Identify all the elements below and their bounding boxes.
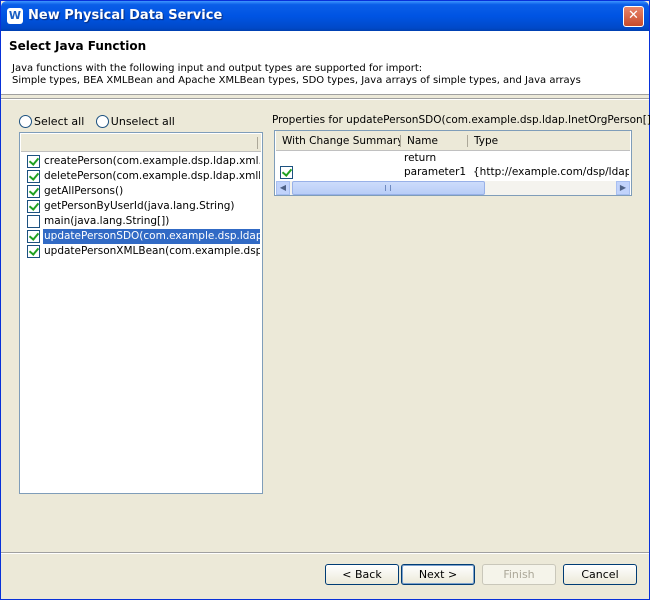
function-label[interactable]: deletePerson(com.example.dsp.ldap.xmlb… xyxy=(43,169,260,184)
list-header xyxy=(21,134,261,152)
unselect-all-label[interactable]: Unselect all xyxy=(111,115,175,128)
function-label[interactable]: getAllPersons() xyxy=(43,184,124,199)
select-all-radio[interactable] xyxy=(19,114,32,128)
column-header-name[interactable]: Name xyxy=(401,131,468,151)
arrow-right-icon: ▶ xyxy=(619,183,627,192)
function-checkbox[interactable] xyxy=(27,155,40,168)
function-label[interactable]: createPerson(com.example.dsp.ldap.xml… xyxy=(43,154,260,169)
function-checkbox[interactable] xyxy=(27,185,40,198)
properties-label: Properties for updatePersonSDO(com.examp… xyxy=(272,114,650,126)
function-checkbox[interactable] xyxy=(27,200,40,213)
finish-button[interactable]: Finish xyxy=(482,564,556,585)
function-checkbox[interactable] xyxy=(27,245,40,258)
function-list[interactable]: createPerson(com.example.dsp.ldap.xml… d… xyxy=(19,132,263,494)
description-line: Simple types, BEA XMLBean and Apache XML… xyxy=(12,75,581,86)
dialog-window: W New Physical Data Service ✕ Select Jav… xyxy=(0,0,650,600)
unselect-all-radio[interactable] xyxy=(95,114,109,128)
horizontal-scrollbar[interactable]: ◀ ▶ xyxy=(276,181,630,195)
separator xyxy=(1,552,649,554)
scroll-right-button[interactable]: ▶ xyxy=(616,181,630,195)
function-label[interactable]: getPersonByUserId(java.lang.String) xyxy=(43,199,236,214)
column-header-type[interactable]: Type xyxy=(468,131,630,151)
cancel-button[interactable]: Cancel xyxy=(563,564,637,585)
row-name[interactable]: parameter1 xyxy=(404,166,468,178)
list-item[interactable]: getPersonByUserId(java.lang.String) xyxy=(25,199,260,214)
list-item[interactable]: updatePersonXMLBean(com.example.dsp… xyxy=(25,244,260,259)
function-label[interactable]: updatePersonSDO(com.example.dsp.ldap… xyxy=(43,229,260,244)
page-title: Select Java Function xyxy=(9,39,147,53)
arrow-left-icon: ◀ xyxy=(279,183,287,192)
separator xyxy=(1,98,649,100)
properties-table[interactable]: With Change Summary Name Type return par… xyxy=(274,130,632,196)
list-item[interactable]: updatePersonSDO(com.example.dsp.ldap… xyxy=(25,229,260,244)
back-button[interactable]: < Back xyxy=(325,564,399,585)
select-all-label[interactable]: Select all xyxy=(34,115,84,128)
column-header-change-summary[interactable]: With Change Summary xyxy=(276,131,401,151)
window-title: New Physical Data Service xyxy=(28,8,223,23)
next-button[interactable]: Next > xyxy=(401,564,475,585)
list-item[interactable]: createPerson(com.example.dsp.ldap.xml… xyxy=(25,154,260,169)
function-label[interactable]: main(java.lang.String[]) xyxy=(43,214,170,229)
function-checkbox[interactable] xyxy=(27,170,40,183)
function-checkbox[interactable] xyxy=(27,230,40,243)
column-divider[interactable] xyxy=(257,137,258,149)
list-item[interactable]: deletePerson(com.example.dsp.ldap.xmlb… xyxy=(25,169,260,184)
page-description: Java functions with the following input … xyxy=(12,63,581,87)
scrollbar-thumb[interactable] xyxy=(292,181,485,195)
wizard-header: Select Java Function Java functions with… xyxy=(1,31,649,95)
function-label[interactable]: updatePersonXMLBean(com.example.dsp… xyxy=(43,244,260,259)
description-line: Java functions with the following input … xyxy=(12,63,423,74)
row-name[interactable]: return xyxy=(404,152,468,164)
list-item[interactable]: getAllPersons() xyxy=(25,184,260,199)
function-checkbox[interactable] xyxy=(27,215,40,228)
close-button[interactable]: ✕ xyxy=(623,6,644,27)
app-logo-icon: W xyxy=(7,8,23,24)
row-type[interactable]: {http://example.com/dsp/ldap}ld xyxy=(473,166,629,178)
title-bar[interactable]: W New Physical Data Service ✕ xyxy=(1,1,649,31)
close-icon: ✕ xyxy=(628,8,639,23)
scroll-left-button[interactable]: ◀ xyxy=(276,181,290,195)
change-summary-checkbox[interactable] xyxy=(280,166,293,179)
list-item[interactable]: main(java.lang.String[]) xyxy=(25,214,260,229)
grip-icon xyxy=(385,185,391,191)
selection-radios: Select all Unselect all xyxy=(19,114,183,128)
